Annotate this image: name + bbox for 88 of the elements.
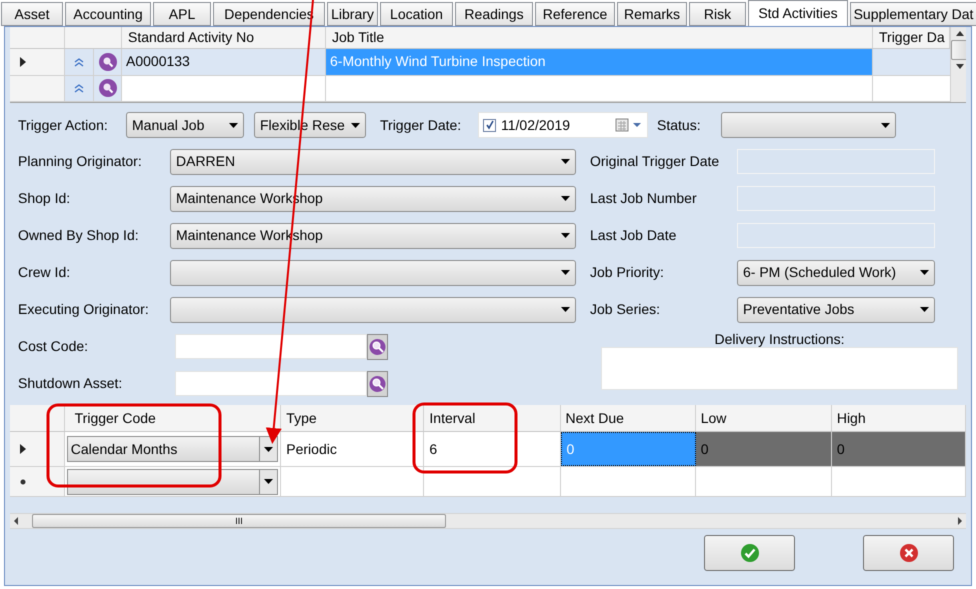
column-header[interactable]: Trigger Code <box>64 405 282 431</box>
table-cell: 0 <box>832 432 966 466</box>
row-header[interactable] <box>10 49 65 74</box>
scroll-up-icon[interactable] <box>956 31 964 36</box>
tab[interactable]: Library <box>327 2 378 26</box>
field-label: Trigger Action: <box>18 116 109 135</box>
tab[interactable]: Std Activities <box>748 0 848 26</box>
caret-icon <box>881 122 890 128</box>
field-dropdown[interactable]: 6- PM (Scheduled Work) <box>737 260 935 286</box>
table-cell: Periodic <box>281 432 424 466</box>
search-icon[interactable] <box>98 78 118 98</box>
tab[interactable]: Risk <box>689 2 746 26</box>
new-row-icon <box>20 478 26 484</box>
caret-icon <box>561 159 570 164</box>
caret-icon <box>920 270 929 275</box>
date-picker[interactable]: 11/02/2019 <box>478 112 648 138</box>
tab[interactable]: Asset <box>1 2 63 26</box>
expand-icon[interactable] <box>74 56 84 67</box>
calendar-icon[interactable] <box>615 118 643 132</box>
search-icon[interactable] <box>367 370 388 396</box>
table-cell: 6-Monthly Wind Turbine Inspection <box>326 49 873 74</box>
field-dropdown[interactable]: DARREN <box>170 148 576 174</box>
caret-icon <box>561 233 570 238</box>
caret-icon <box>229 122 238 128</box>
tab[interactable]: Location <box>380 2 453 26</box>
field-label: Crew Id: <box>18 263 72 282</box>
column-header[interactable]: Low <box>696 405 832 431</box>
table-cell: A0000133 <box>122 49 326 74</box>
field-label: Job Series: <box>590 300 662 319</box>
scroll-down-icon[interactable] <box>956 64 964 69</box>
expand-icon[interactable] <box>74 83 84 94</box>
column-header[interactable]: Job Title <box>326 27 873 48</box>
field-label: Original Trigger Date <box>590 152 720 171</box>
horizontal-scrollbar-thumb[interactable]: III <box>32 514 446 528</box>
table-cell: 0 <box>560 432 696 466</box>
checkmark-icon <box>740 543 760 563</box>
caret-icon <box>351 122 360 128</box>
tab[interactable]: Remarks <box>617 2 687 26</box>
table-cell: 0 <box>696 432 832 466</box>
tab[interactable]: Supplementary Dat <box>850 2 976 26</box>
column-header[interactable]: Type <box>281 405 424 431</box>
search-icon[interactable] <box>367 334 388 360</box>
status-dropdown[interactable] <box>721 112 896 138</box>
field-label: Last Job Date <box>590 226 678 245</box>
field-label: Owned By Shop Id: <box>18 226 140 245</box>
cancel-button[interactable] <box>863 535 954 571</box>
caret-icon <box>561 270 570 275</box>
ok-button[interactable] <box>704 535 795 571</box>
field-dropdown[interactable] <box>170 260 576 286</box>
caret-icon <box>264 446 274 452</box>
tab[interactable]: Reference <box>535 2 615 26</box>
lookup-field[interactable] <box>175 334 367 359</box>
field-label: Trigger Date: <box>380 116 462 135</box>
caret-icon <box>920 307 929 312</box>
caret-icon <box>264 479 274 484</box>
column-header[interactable]: High <box>832 405 966 431</box>
field-label: Shutdown Asset: <box>18 374 124 393</box>
current-row-icon <box>20 56 26 67</box>
trigger-action-dropdown[interactable]: Manual Job <box>126 112 244 138</box>
row-header[interactable] <box>10 467 65 496</box>
close-icon <box>898 543 918 563</box>
checkbox[interactable] <box>483 118 496 132</box>
field-label: Job Priority: <box>590 263 665 282</box>
vertical-scrollbar[interactable] <box>950 27 966 102</box>
field-label: Last Job Number <box>590 189 698 208</box>
column-header[interactable]: Standard Activity No <box>122 27 326 48</box>
field-dropdown[interactable]: Preventative Jobs <box>737 296 935 322</box>
field-label: Shop Id: <box>18 189 72 208</box>
column-header[interactable]: Interval <box>424 405 561 431</box>
row-header[interactable] <box>10 432 65 466</box>
field-label: Status: <box>657 116 702 134</box>
current-row-icon <box>20 444 26 454</box>
field-label: Planning Originator: <box>18 152 143 171</box>
tab[interactable]: Readings <box>455 2 533 26</box>
field-dropdown[interactable] <box>170 296 576 322</box>
field-label: Executing Originator: <box>18 300 150 319</box>
tab[interactable]: Accounting <box>65 2 151 26</box>
caret-icon <box>561 196 570 201</box>
column-header[interactable]: Next Due <box>560 405 696 431</box>
field-label: Cost Code: <box>18 337 90 356</box>
tab[interactable]: APL <box>153 2 211 26</box>
trigger-code-dropdown[interactable] <box>66 468 278 494</box>
trigger-code-dropdown[interactable]: Calendar Months <box>66 436 278 462</box>
search-icon[interactable] <box>98 52 118 72</box>
field-label: Delivery Instructions: <box>714 330 844 347</box>
lookup-field[interactable] <box>175 371 367 396</box>
delivery-instructions-field[interactable] <box>601 347 958 390</box>
caret-icon <box>561 307 570 312</box>
